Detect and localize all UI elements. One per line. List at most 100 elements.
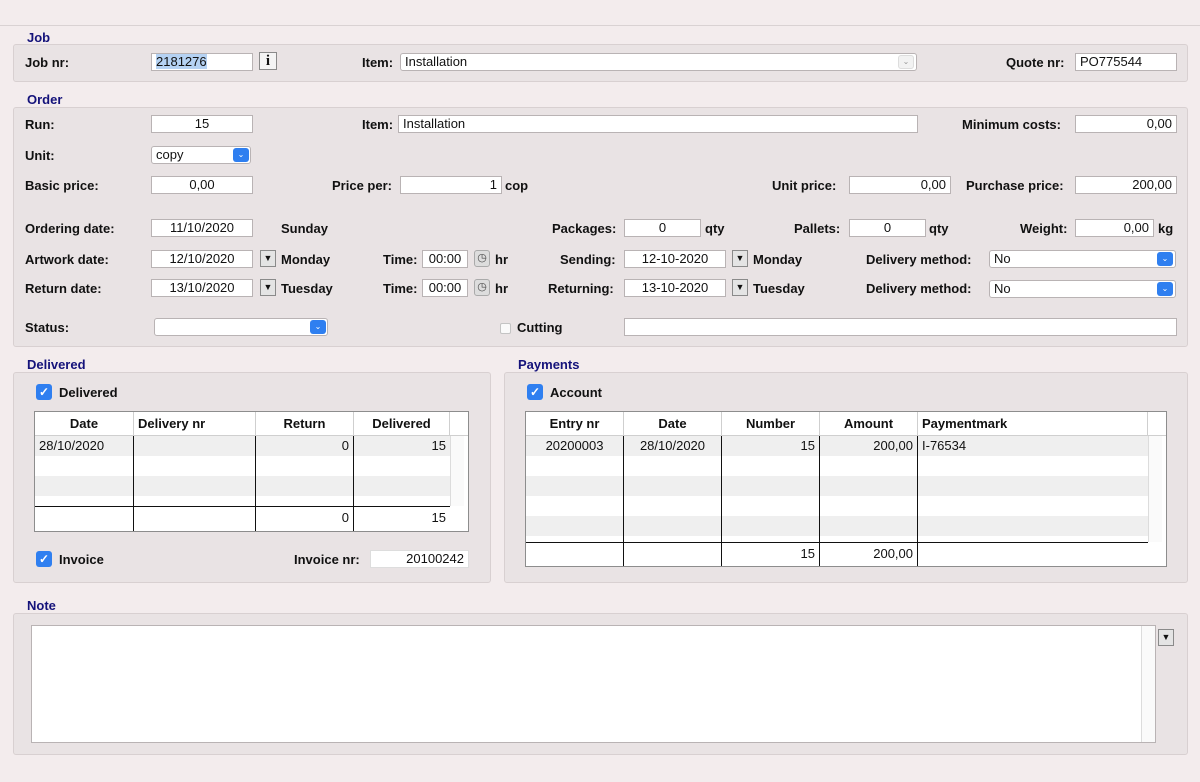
col-header-delivery-nr[interactable]: Delivery nr — [134, 412, 256, 436]
run-field[interactable]: 15 — [151, 115, 253, 133]
pallets-field[interactable]: 0 — [849, 219, 926, 237]
packages-field[interactable]: 0 — [624, 219, 701, 237]
payments-row-date: 28/10/2020 — [639, 438, 706, 453]
payments-row-entry-nr: 20200003 — [545, 438, 604, 453]
cutting-label: Cutting — [517, 320, 563, 335]
col-header-return[interactable]: Return — [256, 412, 354, 436]
col-header-entry-nr[interactable]: Entry nr — [526, 412, 624, 436]
delivery-method-1-chevron-icon[interactable]: ⌄ — [1157, 252, 1173, 266]
account-checkbox[interactable]: ✓ — [527, 384, 543, 400]
payments-table-scrollbar[interactable] — [1148, 436, 1162, 542]
order-section-title: Order — [27, 92, 63, 107]
invoice-nr-field[interactable]: 20100242 — [370, 550, 469, 568]
purchase-price-label: Purchase price: — [966, 178, 1064, 193]
invoice-checkbox[interactable]: ✓ — [36, 551, 52, 567]
note-dropdown-icon[interactable]: ▼ — [1158, 629, 1174, 646]
artwork-time-clock-icon[interactable]: ◷ — [474, 250, 490, 267]
order-item-label: Item: — [362, 117, 394, 132]
job-item-chevron-icon[interactable]: ⌄ — [898, 55, 914, 69]
sending-day: Monday — [753, 252, 803, 267]
note-section-title: Note — [27, 598, 56, 613]
status-select[interactable] — [154, 318, 328, 336]
pallets-qty-unit: qty — [929, 221, 949, 236]
delivered-row-date: 28/10/2020 — [39, 438, 105, 453]
col-header-date[interactable]: Date — [624, 412, 722, 436]
pallets-label: Pallets: — [794, 221, 841, 236]
sending-dropdown-icon[interactable]: ▼ — [732, 250, 748, 267]
delivered-row-delivered: 15 — [431, 438, 446, 453]
packages-qty-unit: qty — [705, 221, 725, 236]
payments-row-amount: 200,00 — [873, 438, 913, 453]
ordering-day: Sunday — [281, 221, 328, 236]
delivered-table-scrollbar[interactable] — [450, 436, 464, 506]
job-section-title: Job — [27, 30, 51, 45]
invoice-nr-label: Invoice nr: — [294, 552, 360, 567]
return-time-clock-icon[interactable]: ◷ — [474, 279, 490, 296]
totals-divider — [526, 542, 1148, 543]
job-item-select[interactable]: Installation — [400, 53, 917, 71]
purchase-price-field[interactable]: 200,00 — [1075, 176, 1177, 194]
cutting-checkbox[interactable] — [500, 323, 511, 334]
payments-table[interactable]: Entry nr Date Number Amount Paymentmark … — [525, 411, 1167, 567]
col-header-paymentmark[interactable]: Paymentmark — [918, 412, 1148, 436]
col-header-amount[interactable]: Amount — [820, 412, 918, 436]
return-date-field[interactable]: 13/10/2020 — [151, 279, 253, 297]
return-time-field[interactable]: 00:00 — [422, 279, 468, 297]
sending-field[interactable]: 12-10-2020 — [624, 250, 726, 268]
ordering-date-field[interactable]: 11/10/2020 — [151, 219, 253, 237]
artwork-date-field[interactable]: 12/10/2020 — [151, 250, 253, 268]
job-item-value: Installation — [405, 54, 468, 69]
quote-nr-field[interactable]: PO775544 — [1075, 53, 1177, 71]
note-scrollbar[interactable] — [1141, 626, 1155, 742]
return-time-label: Time: — [383, 281, 418, 296]
job-nr-field[interactable]: 2181276 — [151, 53, 253, 71]
invoice-checkbox-label: Invoice — [59, 552, 104, 567]
status-label: Status: — [25, 320, 70, 335]
delivered-table[interactable]: Date Delivery nr Return Delivered 28/10/… — [34, 411, 469, 532]
delivery-method-select-1[interactable]: No — [989, 250, 1176, 268]
delivery-method-2-chevron-icon[interactable]: ⌄ — [1157, 282, 1173, 296]
delivered-row-return: 0 — [341, 438, 349, 453]
delivered-row-delivery-nr — [134, 436, 255, 456]
basic-price-field[interactable]: 0,00 — [151, 176, 253, 194]
return-date-dropdown-icon[interactable]: ▼ — [260, 279, 276, 296]
quote-nr-label: Quote nr: — [1006, 55, 1065, 70]
job-item-label: Item: — [362, 55, 394, 70]
delivery-method-label-2: Delivery method: — [866, 281, 972, 296]
basic-price-label: Basic price: — [25, 178, 99, 193]
stripe — [526, 476, 1148, 496]
returning-field[interactable]: 13-10-2020 — [624, 279, 726, 297]
info-button[interactable]: i — [259, 52, 277, 70]
minimum-costs-field[interactable]: 0,00 — [1075, 115, 1177, 133]
delivered-checkbox-label: Delivered — [59, 385, 118, 400]
artwork-time-field[interactable]: 00:00 — [422, 250, 468, 268]
delivery-method-select-2[interactable]: No — [989, 280, 1176, 298]
note-textarea[interactable] — [31, 625, 1156, 743]
unit-chevron-icon[interactable]: ⌄ — [233, 148, 249, 162]
sending-label: Sending: — [560, 252, 616, 267]
job-nr-value: 2181276 — [156, 54, 207, 69]
artwork-date-label: Artwork date: — [25, 252, 109, 267]
price-per-field[interactable]: 1 — [400, 176, 502, 194]
payments-section-title: Payments — [518, 357, 580, 372]
order-item-field[interactable]: Installation — [398, 115, 918, 133]
artwork-date-dropdown-icon[interactable]: ▼ — [260, 250, 276, 267]
delivered-checkbox[interactable]: ✓ — [36, 384, 52, 400]
unit-label: Unit: — [25, 148, 55, 163]
delivered-table-header: Date Delivery nr Return Delivered — [35, 412, 468, 436]
col-header-number[interactable]: Number — [722, 412, 820, 436]
unit-price-label: Unit price: — [772, 178, 837, 193]
top-divider — [0, 25, 1200, 26]
cutting-field[interactable] — [624, 318, 1177, 336]
unit-price-field[interactable]: 0,00 — [849, 176, 951, 194]
payments-total-amount: 200,00 — [873, 546, 913, 561]
weight-field[interactable]: 0,00 — [1075, 219, 1154, 237]
weight-label: Weight: — [1020, 221, 1068, 236]
status-chevron-icon[interactable]: ⌄ — [310, 320, 326, 334]
col-header-date[interactable]: Date — [35, 412, 134, 436]
account-checkbox-label: Account — [550, 385, 602, 400]
artwork-day: Monday — [281, 252, 331, 267]
returning-dropdown-icon[interactable]: ▼ — [732, 279, 748, 296]
col-header-delivered[interactable]: Delivered — [354, 412, 450, 436]
packages-label: Packages: — [552, 221, 617, 236]
